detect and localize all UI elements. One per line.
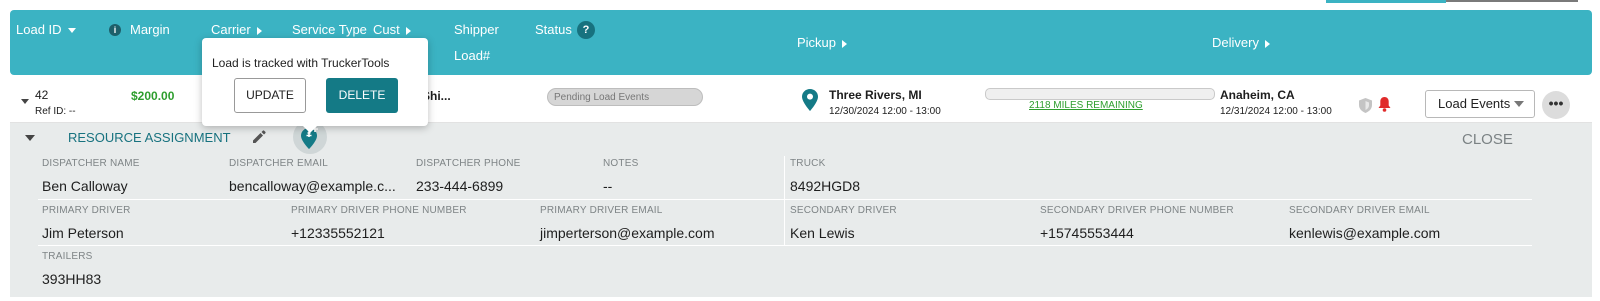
primary-driver-phone-label: PRIMARY DRIVER PHONE NUMBER xyxy=(291,205,467,216)
truck-label: TRUCK xyxy=(790,158,826,169)
column-pickup[interactable]: Pickup xyxy=(797,35,848,51)
dispatcher-email-label: DISPATCHER EMAIL xyxy=(229,158,328,169)
column-carrier[interactable]: Carrier xyxy=(211,22,262,38)
delivery-city: Anaheim, CA xyxy=(1220,88,1295,102)
route-progress-bar xyxy=(985,88,1215,100)
column-shipper[interactable]: Shipper xyxy=(454,22,499,38)
dispatcher-email-value: bencalloway@example.c... xyxy=(229,178,396,194)
primary-driver-label: PRIMARY DRIVER xyxy=(42,205,131,216)
load-events-select-value: Load Events xyxy=(1438,96,1511,111)
notes-label: NOTES xyxy=(603,158,639,169)
divider xyxy=(784,156,785,246)
info-icon[interactable]: i xyxy=(109,24,121,36)
secondary-driver-email-label: SECONDARY DRIVER EMAIL xyxy=(1289,205,1430,216)
secondary-driver-email-value: kenlewis@example.com xyxy=(1289,225,1441,241)
ref-id: Ref ID: -- xyxy=(35,106,76,117)
dispatcher-name-value: Ben Calloway xyxy=(42,178,128,194)
secondary-driver-phone-value: +15745553444 xyxy=(1040,225,1134,241)
column-margin[interactable]: Margin xyxy=(130,22,170,38)
shield-icon xyxy=(1359,98,1372,113)
help-icon[interactable]: ? xyxy=(577,21,595,39)
trailers-value: 393HH83 xyxy=(42,271,102,287)
column-pickup-label: Pickup xyxy=(797,35,837,50)
status-badge: Pending Load Events xyxy=(547,88,703,106)
trailers-label: TRAILERS xyxy=(42,251,93,262)
column-status[interactable]: Status xyxy=(535,22,572,38)
pickup-time: 12/30/2024 12:00 - 13:00 xyxy=(829,106,941,117)
truck-value: 8492HGD8 xyxy=(790,178,861,194)
column-service-type[interactable]: Service Type xyxy=(292,22,367,38)
dispatcher-name-label: DISPATCHER NAME xyxy=(42,158,140,169)
column-load-id[interactable]: Load ID xyxy=(16,22,76,38)
column-cust-label: Cust xyxy=(373,22,400,37)
pickup-city: Three Rivers, MI xyxy=(829,88,922,102)
chevron-right-icon xyxy=(1264,39,1270,48)
primary-driver-email-label: PRIMARY DRIVER EMAIL xyxy=(540,205,663,216)
secondary-driver-phone-label: SECONDARY DRIVER PHONE NUMBER xyxy=(1040,205,1234,216)
chevron-right-icon xyxy=(842,39,848,48)
load-events-select[interactable]: Load Events xyxy=(1425,90,1535,118)
secondary-driver-value: Ken Lewis xyxy=(790,225,855,241)
sort-down-icon xyxy=(67,28,76,34)
secondary-driver-label: SECONDARY DRIVER xyxy=(790,205,897,216)
load-id[interactable]: 42 xyxy=(35,88,48,102)
tab-indicator-active xyxy=(1326,0,1446,3)
primary-driver-phone-value: +12335552121 xyxy=(291,225,385,241)
dispatcher-phone-value: 233-444-6899 xyxy=(416,178,504,194)
primary-driver-email-value: jimperterson@example.com xyxy=(540,225,715,241)
more-icon: ••• xyxy=(1548,95,1564,111)
row-expand-icon[interactable] xyxy=(20,98,30,106)
map-pin-icon xyxy=(802,89,818,111)
miles-remaining-link[interactable]: 2118 MILES REMAINING xyxy=(1029,100,1143,111)
chevron-right-icon xyxy=(256,26,262,35)
divider xyxy=(38,199,1532,200)
delivery-time: 12/31/2024 12:00 - 13:00 xyxy=(1220,106,1332,117)
more-actions-button[interactable]: ••• xyxy=(1542,91,1570,119)
divider xyxy=(38,245,1532,246)
column-delivery-label: Delivery xyxy=(1212,35,1259,50)
tab-indicator xyxy=(1446,0,1578,2)
chevron-right-icon xyxy=(405,26,411,35)
column-delivery[interactable]: Delivery xyxy=(1212,35,1270,51)
column-load-number[interactable]: Load# xyxy=(454,48,490,64)
collapse-icon[interactable] xyxy=(24,134,36,142)
column-cust[interactable]: Cust xyxy=(373,22,411,38)
popover-arrow xyxy=(301,124,319,133)
resource-assignment-title[interactable]: RESOURCE ASSIGNMENT xyxy=(68,130,231,145)
update-button[interactable]: UPDATE xyxy=(234,78,306,113)
column-load-id-label: Load ID xyxy=(16,22,62,37)
popover-message: Load is tracked with TruckerTools xyxy=(212,56,390,70)
chevron-down-icon xyxy=(1514,101,1524,107)
close-button[interactable]: CLOSE xyxy=(1462,131,1513,148)
delete-button[interactable]: DELETE xyxy=(326,78,398,113)
primary-driver-value: Jim Peterson xyxy=(42,225,124,241)
bell-icon[interactable] xyxy=(1378,96,1391,112)
column-carrier-label: Carrier xyxy=(211,22,251,37)
notes-value: -- xyxy=(603,178,613,194)
pencil-icon[interactable] xyxy=(251,129,267,145)
margin-value: $200.00 xyxy=(131,89,175,103)
dispatcher-phone-label: DISPATCHER PHONE xyxy=(416,158,521,169)
